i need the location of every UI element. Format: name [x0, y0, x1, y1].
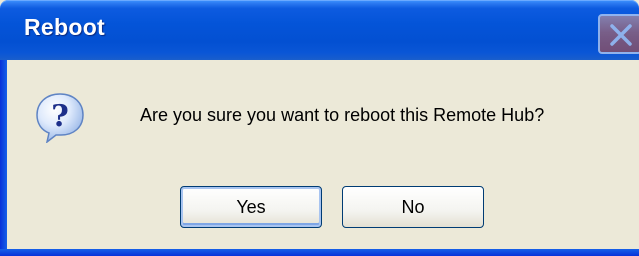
- reboot-dialog-window: Reboot ? Are you sure you want to reboot…: [0, 0, 639, 256]
- close-button[interactable]: [598, 14, 639, 54]
- yes-button[interactable]: Yes: [180, 186, 322, 228]
- title-bar[interactable]: Reboot: [0, 0, 639, 60]
- window-frame-bottom: [0, 249, 639, 256]
- confirmation-message: Are you sure you want to reboot this Rem…: [140, 105, 545, 125]
- window-frame-left: [0, 60, 7, 256]
- no-button[interactable]: No: [342, 186, 484, 228]
- window-title: Reboot: [24, 14, 106, 40]
- question-icon: ?: [36, 93, 84, 143]
- close-icon: [610, 24, 632, 46]
- svg-text:?: ?: [51, 99, 69, 134]
- dialog-body: ? Are you sure you want to reboot this R…: [7, 60, 639, 249]
